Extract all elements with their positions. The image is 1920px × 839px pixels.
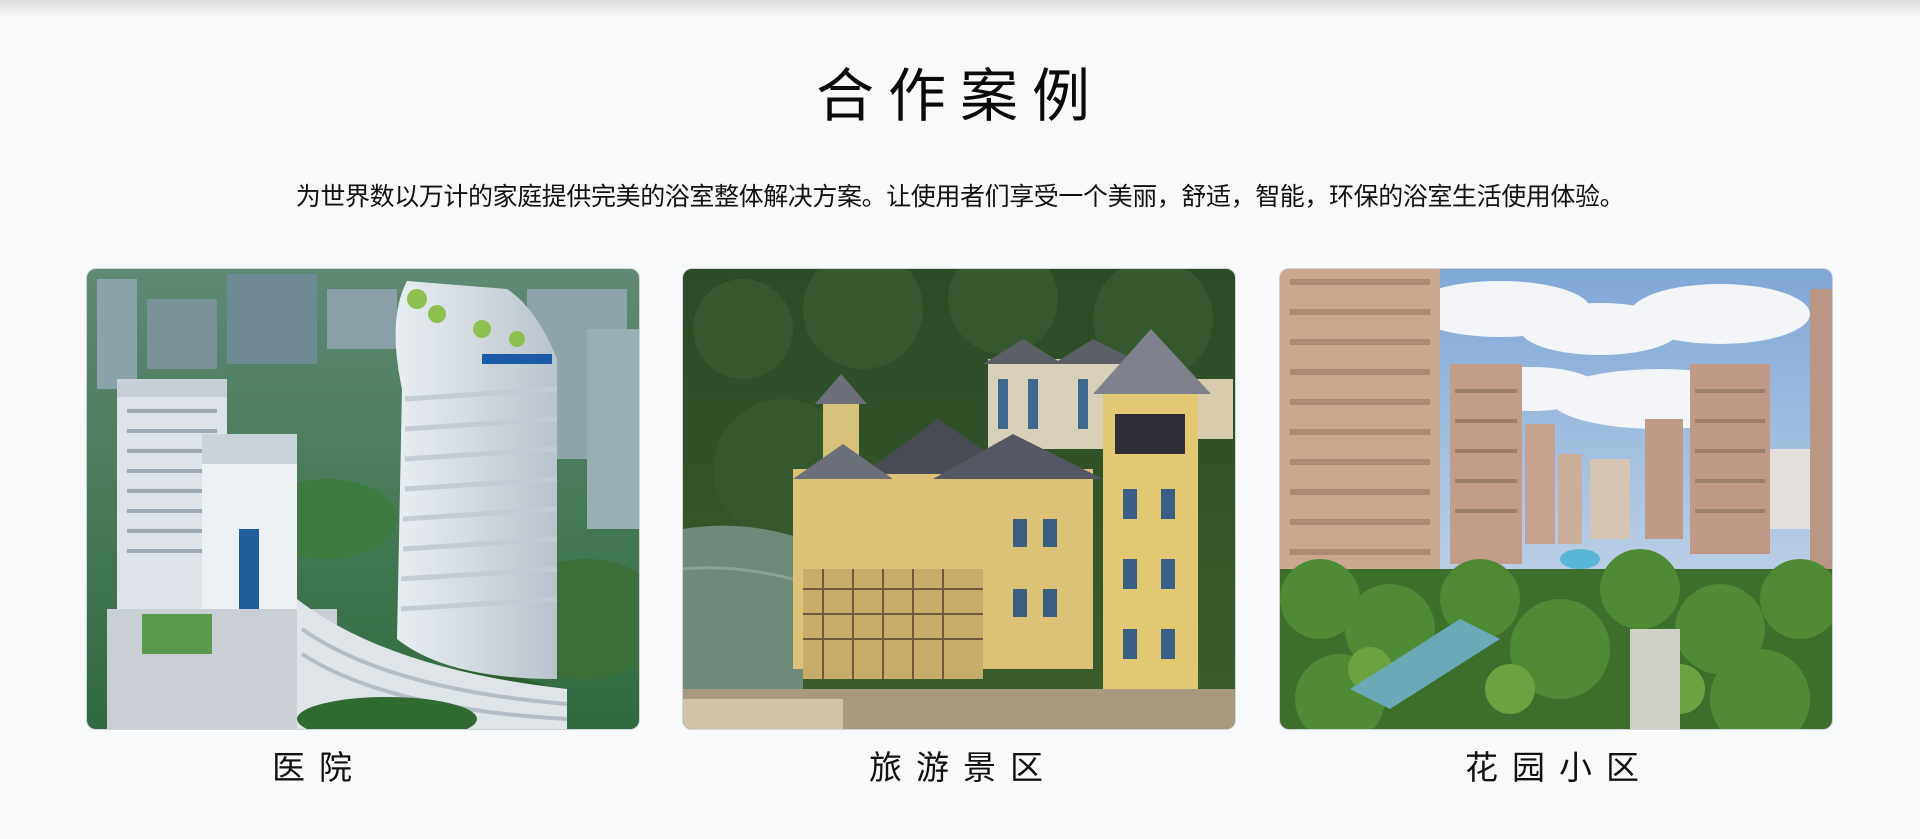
case-label-hospital: 医院 (272, 748, 366, 787)
case-card-garden-community[interactable]: 花园小区 (1279, 268, 1833, 798)
case-gallery: 医院 旅游景区 花园小区 (86, 268, 1834, 798)
case-label-garden-community: 花园小区 (1465, 748, 1653, 787)
case-label-scenic-area: 旅游景区 (869, 748, 1057, 787)
hospital-photo[interactable] (86, 268, 640, 730)
case-card-hospital[interactable]: 医院 (86, 268, 640, 798)
case-card-scenic-area[interactable]: 旅游景区 (682, 268, 1236, 798)
header-shadow (0, 0, 1920, 18)
section-subtitle: 为世界数以万计的家庭提供完美的浴室整体解决方案。让使用者们享受一个美丽，舒适，智… (295, 182, 1625, 211)
scenic-area-photo[interactable] (682, 268, 1236, 730)
garden-community-photo[interactable] (1279, 268, 1833, 730)
section-title: 合作案例 (815, 62, 1104, 130)
